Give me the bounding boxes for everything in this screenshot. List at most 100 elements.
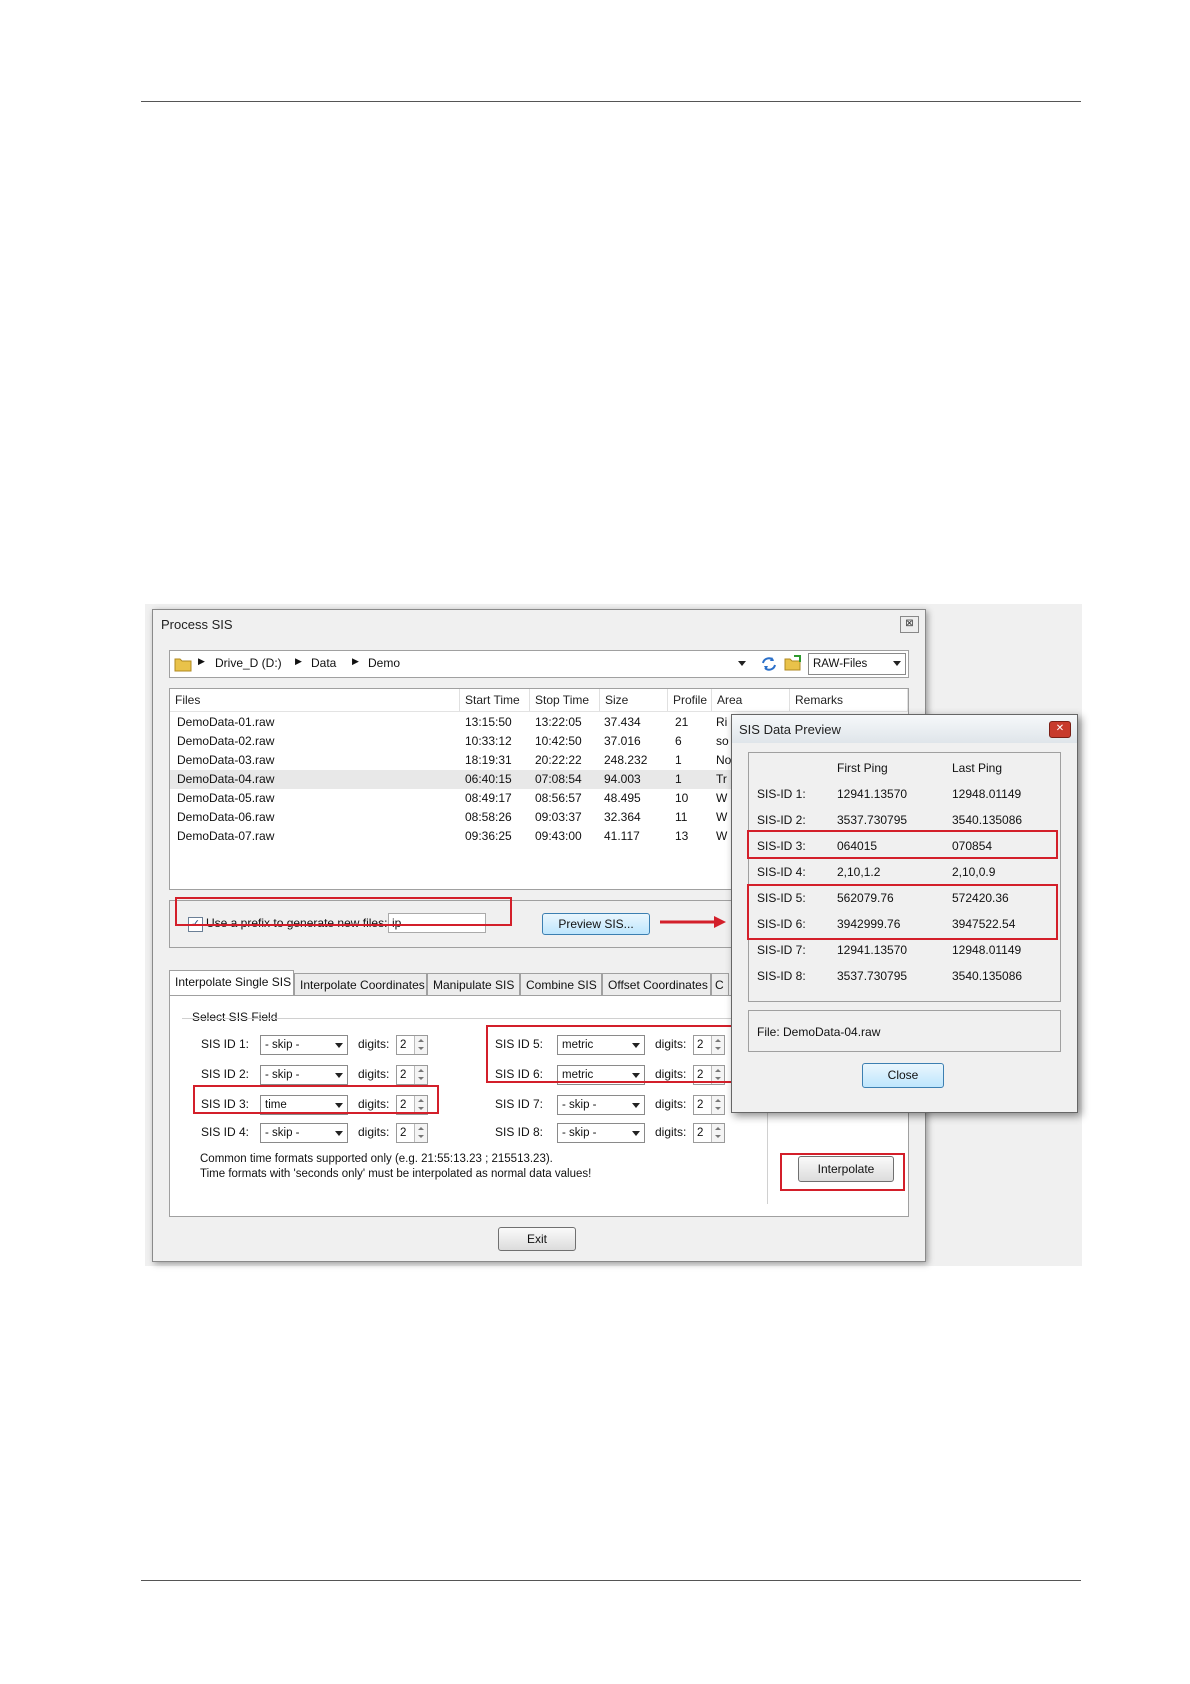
file-start-time: 08:58:26 [465, 810, 512, 824]
first-ping: 3537.730795 [837, 813, 908, 827]
sis-id-1-value: - skip - [265, 1039, 300, 1051]
sis-id-2-label: SIS ID 2: [201, 1067, 250, 1081]
chevron-down-icon [335, 1043, 343, 1048]
breadcrumb-separator: ▶ [198, 656, 205, 666]
last-ping: 2,10,0.9 [952, 865, 996, 879]
file-start-time: 13:15:50 [465, 715, 512, 729]
exit-button[interactable]: Exit [498, 1227, 576, 1251]
time-format-warning: Time formats with 'seconds only' must be… [200, 1168, 592, 1180]
column-start-time[interactable]: Start Time [460, 689, 530, 711]
process-sis-titlebar: Process SIS ⊠ [153, 610, 925, 638]
chevron-down-icon [632, 1103, 640, 1108]
column-remarks[interactable]: Remarks [790, 689, 908, 711]
chevron-down-icon [335, 1131, 343, 1136]
chevron-down-icon [632, 1131, 640, 1136]
sis-id-4-digits[interactable]: 2 [396, 1123, 428, 1143]
last-ping: 12948.01149 [952, 787, 1022, 801]
file-stop-time: 07:08:54 [535, 772, 582, 786]
column-files[interactable]: Files [170, 689, 460, 711]
file-stop-time: 20:22:22 [535, 753, 582, 767]
first-ping: 2,10,1.2 [837, 865, 881, 879]
sis-id-4-select[interactable]: - skip - [260, 1123, 348, 1143]
spinner-arrows-icon[interactable] [711, 1124, 724, 1142]
file-start-time: 06:40:15 [465, 772, 512, 786]
spinner-arrows-icon[interactable] [711, 1096, 724, 1114]
tab-manipulate-sis[interactable]: Manipulate SIS [427, 973, 520, 995]
breadcrumb-separator: ▶ [352, 656, 359, 666]
file-type-filter[interactable]: RAW-Files [808, 653, 906, 675]
sis-id-7-select[interactable]: - skip - [557, 1095, 645, 1115]
file-stop-time: 09:03:37 [535, 810, 582, 824]
last-ping: 3540.135086 [952, 813, 1023, 827]
sis-id-2-select[interactable]: - skip - [260, 1065, 348, 1085]
breadcrumb-demo[interactable]: Demo [368, 656, 400, 670]
column-size[interactable]: Size [600, 689, 668, 711]
open-folder-icon[interactable] [784, 654, 803, 672]
file-area: W [716, 829, 728, 843]
arrow-right-icon [660, 916, 726, 928]
address-bar[interactable]: ▶ Drive_D (D:) ▶ Data ▶ Demo [169, 650, 909, 678]
column-profile[interactable]: Profile [668, 689, 712, 711]
file-name: DemoData-02.raw [177, 734, 275, 748]
breadcrumb-data[interactable]: Data [311, 656, 336, 670]
breadcrumb-separator: ▶ [295, 656, 302, 666]
tab-offset-coordinates[interactable]: Offset Coordinates [602, 973, 711, 995]
first-ping: 3537.730795 [837, 969, 908, 983]
digits-label: digits: [655, 1125, 687, 1139]
file-profile: 1 [675, 772, 682, 786]
digits-value: 2 [400, 1127, 407, 1139]
file-type-filter-value: RAW-Files [813, 658, 868, 670]
sis-id-7-digits[interactable]: 2 [693, 1095, 725, 1115]
digits-label: digits: [358, 1067, 390, 1081]
spinner-arrows-icon[interactable] [414, 1066, 427, 1084]
file-profile: 6 [675, 734, 682, 748]
history-dropdown-icon[interactable] [738, 661, 746, 666]
sis-id-8-select[interactable]: - skip - [557, 1123, 645, 1143]
preview-row: SIS-ID 1: 12941.13570 12948.01149 [749, 781, 1060, 807]
breadcrumb-drive[interactable]: Drive_D (D:) [215, 656, 282, 670]
file-stop-time: 10:42:50 [535, 734, 582, 748]
header-rule [141, 101, 1081, 102]
digits-value: 2 [697, 1127, 704, 1139]
sis-id-7-label: SIS ID 7: [495, 1097, 544, 1111]
last-ping: 3540.135086 [952, 969, 1023, 983]
spinner-arrows-icon[interactable] [414, 1124, 427, 1142]
file-name: DemoData-05.raw [177, 791, 275, 805]
chevron-down-icon [335, 1073, 343, 1078]
tab-interpolate-coordinates[interactable]: Interpolate Coordinates [294, 973, 427, 995]
digits-label: digits: [655, 1097, 687, 1111]
highlight-preview-sis-id-5-6 [747, 884, 1058, 940]
file-profile: 21 [675, 715, 689, 729]
sis-id-8-value: - skip - [562, 1127, 597, 1139]
tab-interpolate-single-sis[interactable]: Interpolate Single SIS [169, 970, 294, 995]
file-list-header: Files Start Time Stop Time Size Profile … [170, 689, 908, 712]
refresh-icon[interactable] [760, 655, 778, 672]
sis-id: SIS-ID 8: [757, 969, 806, 983]
file-profile: 10 [675, 791, 689, 805]
preview-sis-button[interactable]: Preview SIS... [542, 913, 650, 935]
column-stop-time[interactable]: Stop Time [530, 689, 600, 711]
sis-id-2-digits[interactable]: 2 [396, 1065, 428, 1085]
preview-row: SIS-ID 4: 2,10,1.2 2,10,0.9 [749, 859, 1060, 885]
sis-id-1-select[interactable]: - skip - [260, 1035, 348, 1055]
tab-combine-sis[interactable]: Combine SIS [520, 973, 602, 995]
time-format-note: Common time formats supported only (e.g.… [200, 1153, 553, 1165]
close-icon[interactable]: ✕ [1049, 721, 1071, 738]
column-area[interactable]: Area [712, 689, 790, 711]
sis-id-1-digits[interactable]: 2 [396, 1035, 428, 1055]
sis-id-8-digits[interactable]: 2 [693, 1123, 725, 1143]
file-size: 248.232 [604, 753, 648, 767]
close-icon[interactable]: ⊠ [900, 616, 919, 633]
sis-id-4-label: SIS ID 4: [201, 1125, 250, 1139]
spinner-arrows-icon[interactable] [414, 1036, 427, 1054]
digits-value: 2 [400, 1069, 407, 1081]
tab-overflow[interactable]: C [711, 973, 729, 995]
sis-id-1-label: SIS ID 1: [201, 1037, 250, 1051]
highlight-interpolate [780, 1153, 905, 1191]
footer-rule [141, 1580, 1081, 1581]
preview-close-button[interactable]: Close [862, 1063, 944, 1088]
file-area: No [716, 753, 732, 767]
file-size: 37.016 [604, 734, 641, 748]
file-area: W [716, 791, 728, 805]
file-size: 37.434 [604, 715, 641, 729]
